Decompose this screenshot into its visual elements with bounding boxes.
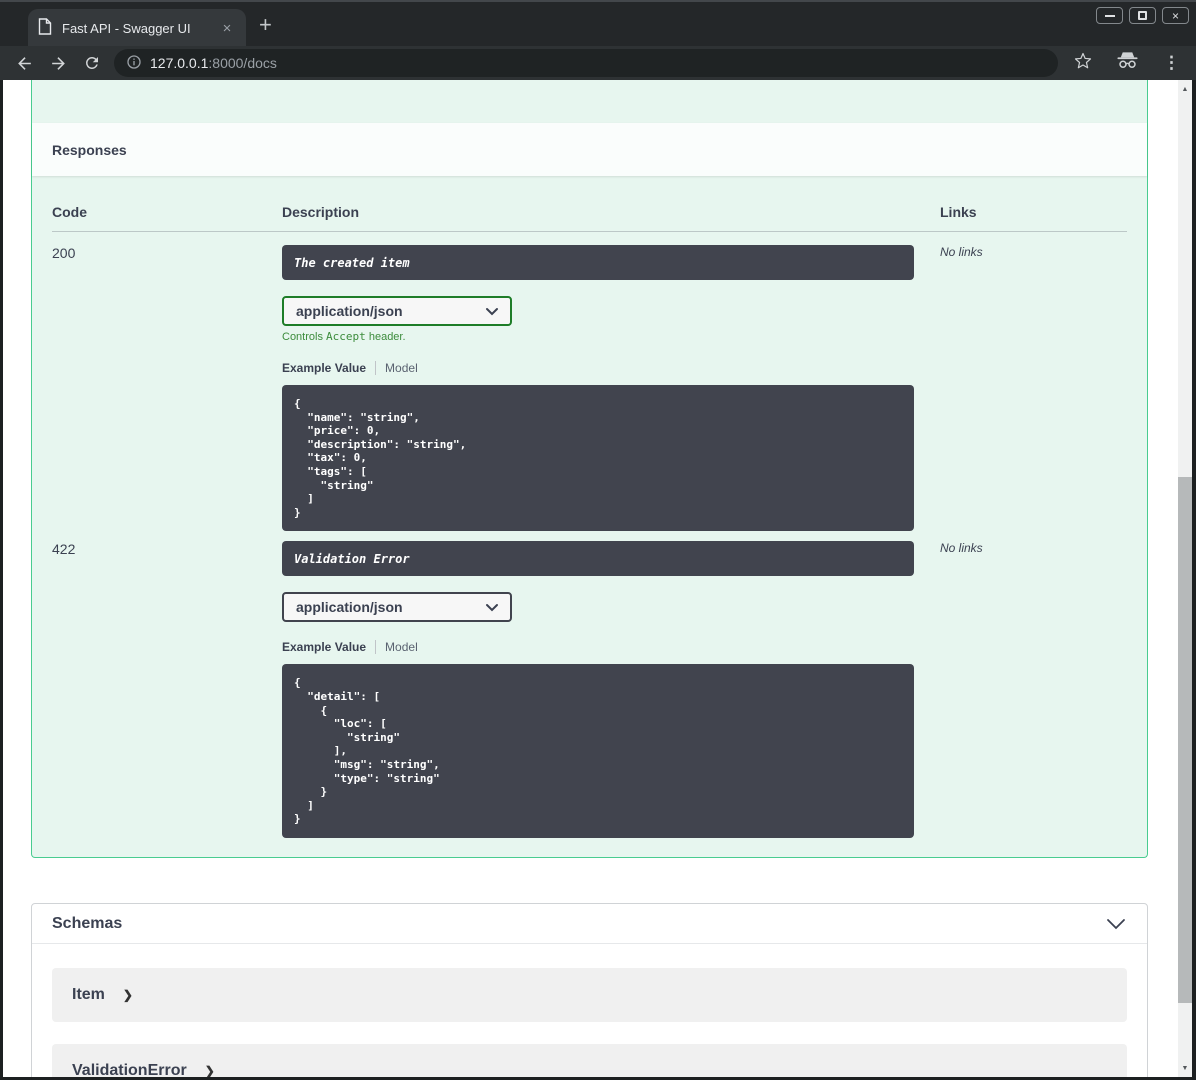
window-minimize-button[interactable] bbox=[1096, 7, 1123, 24]
window-maximize-button[interactable] bbox=[1129, 7, 1156, 24]
response-row-200: 200 The created item application/json Co… bbox=[52, 232, 1127, 532]
response-description-box: Validation Error bbox=[282, 541, 914, 577]
tab-title: Fast API - Swagger UI bbox=[62, 21, 191, 36]
response-description-box: The created item bbox=[282, 245, 914, 280]
example-code-block: { "detail": [ { "loc": [ "string" ], "ms… bbox=[282, 664, 914, 838]
example-model-tabs: Example Value Model bbox=[282, 361, 940, 375]
titlebar: Fast API - Swagger UI × + × bbox=[0, 0, 1196, 48]
minimize-icon bbox=[1104, 14, 1115, 17]
accept-msg-prefix: Controls bbox=[282, 331, 327, 343]
bookmark-star-icon[interactable] bbox=[1074, 52, 1092, 75]
chevron-down-icon bbox=[486, 308, 498, 316]
incognito-icon[interactable] bbox=[1116, 52, 1139, 74]
browser-tab[interactable]: Fast API - Swagger UI × bbox=[28, 9, 246, 48]
schemas-collapse-chevron-icon[interactable] bbox=[1105, 917, 1127, 931]
tab-divider bbox=[375, 640, 377, 655]
example-model-tabs: Example Value Model bbox=[282, 640, 940, 655]
maximize-icon bbox=[1138, 11, 1147, 20]
model-name: Item bbox=[72, 986, 105, 1003]
media-type-select[interactable]: application/json bbox=[282, 592, 512, 623]
model-validationerror[interactable]: ValidationError ❯ bbox=[52, 1044, 1127, 1077]
page-scrollbar[interactable]: ▲ ▼ bbox=[1178, 80, 1192, 1077]
responses-table: Code Description Links 200 The created i… bbox=[32, 176, 1147, 838]
reload-button[interactable] bbox=[82, 53, 102, 73]
schemas-model-list: Item ❯ ValidationError ❯ bbox=[32, 944, 1147, 1077]
back-button[interactable] bbox=[14, 53, 34, 73]
tab-close-icon[interactable]: × bbox=[218, 20, 236, 37]
tab-model[interactable]: Model bbox=[385, 361, 418, 375]
browser-menu-icon[interactable]: ⋮ bbox=[1163, 53, 1180, 73]
media-type-select[interactable]: application/json bbox=[282, 296, 512, 326]
example-json: { "detail": [ { "loc": [ "string" ], "ms… bbox=[294, 676, 440, 826]
model-item[interactable]: Item ❯ bbox=[52, 968, 1127, 1022]
column-header-description: Description bbox=[282, 204, 360, 220]
page-favicon-icon bbox=[38, 17, 52, 40]
response-description: Validation Error bbox=[294, 551, 410, 566]
new-tab-button[interactable]: + bbox=[259, 14, 272, 36]
model-name: ValidationError bbox=[72, 1062, 187, 1077]
browser-window: Fast API - Swagger UI × + × 127.0.0.1:80… bbox=[0, 0, 1196, 1080]
scroll-down-icon[interactable]: ▼ bbox=[1178, 1061, 1192, 1075]
scrollbar-thumb[interactable] bbox=[1178, 477, 1192, 1003]
schemas-header[interactable]: Schemas bbox=[32, 904, 1147, 944]
response-code: 422 bbox=[52, 541, 76, 558]
responses-table-header: Code Description Links bbox=[52, 176, 1127, 232]
opblock-post: Responses Code Description Links 200 The… bbox=[31, 80, 1148, 858]
tab-model[interactable]: Model bbox=[385, 640, 418, 654]
schemas-section: Schemas Item ❯ ValidationError ❯ bbox=[31, 903, 1148, 1077]
response-links: No links bbox=[940, 245, 983, 259]
media-type-value: application/json bbox=[296, 599, 403, 616]
accept-header-message: Controls Accept header. bbox=[282, 330, 940, 343]
column-header-code: Code bbox=[52, 204, 87, 220]
response-row-422: 422 Validation Error application/json Ex… bbox=[52, 531, 1127, 838]
accept-msg-suffix: header. bbox=[365, 331, 406, 343]
url-path: :8000/docs bbox=[208, 55, 277, 71]
scroll-up-icon[interactable]: ▲ bbox=[1178, 82, 1192, 96]
response-description: The created item bbox=[294, 255, 410, 270]
tab-divider bbox=[375, 361, 377, 375]
tab-example-value[interactable]: Example Value bbox=[282, 361, 366, 375]
chevron-down-icon bbox=[486, 604, 498, 612]
swagger-page: Responses Code Description Links 200 The… bbox=[3, 80, 1178, 1077]
column-header-links: Links bbox=[940, 204, 977, 220]
chevron-right-icon: ❯ bbox=[122, 988, 133, 1002]
schemas-title: Schemas bbox=[52, 914, 123, 932]
site-info-icon[interactable] bbox=[126, 54, 142, 73]
example-code-block: { "name": "string", "price": 0, "descrip… bbox=[282, 385, 914, 532]
forward-button[interactable] bbox=[48, 53, 68, 73]
responses-section-header: Responses bbox=[32, 123, 1147, 176]
tab-example-value[interactable]: Example Value bbox=[282, 640, 366, 654]
response-links: No links bbox=[940, 541, 983, 556]
browser-toolbar: 127.0.0.1:8000/docs ⋮ bbox=[0, 46, 1196, 80]
opblock-body-spacer bbox=[32, 80, 1147, 123]
url-host: 127.0.0.1 bbox=[150, 55, 209, 71]
media-type-value: application/json bbox=[296, 303, 403, 319]
accept-msg-code: Accept bbox=[326, 330, 366, 343]
chevron-right-icon: ❯ bbox=[204, 1064, 215, 1077]
address-bar[interactable]: 127.0.0.1:8000/docs bbox=[114, 49, 1058, 77]
response-code: 200 bbox=[52, 245, 76, 261]
responses-title: Responses bbox=[52, 141, 127, 158]
example-json: { "name": "string", "price": 0, "descrip… bbox=[294, 397, 467, 519]
window-close-button[interactable]: × bbox=[1162, 7, 1189, 24]
